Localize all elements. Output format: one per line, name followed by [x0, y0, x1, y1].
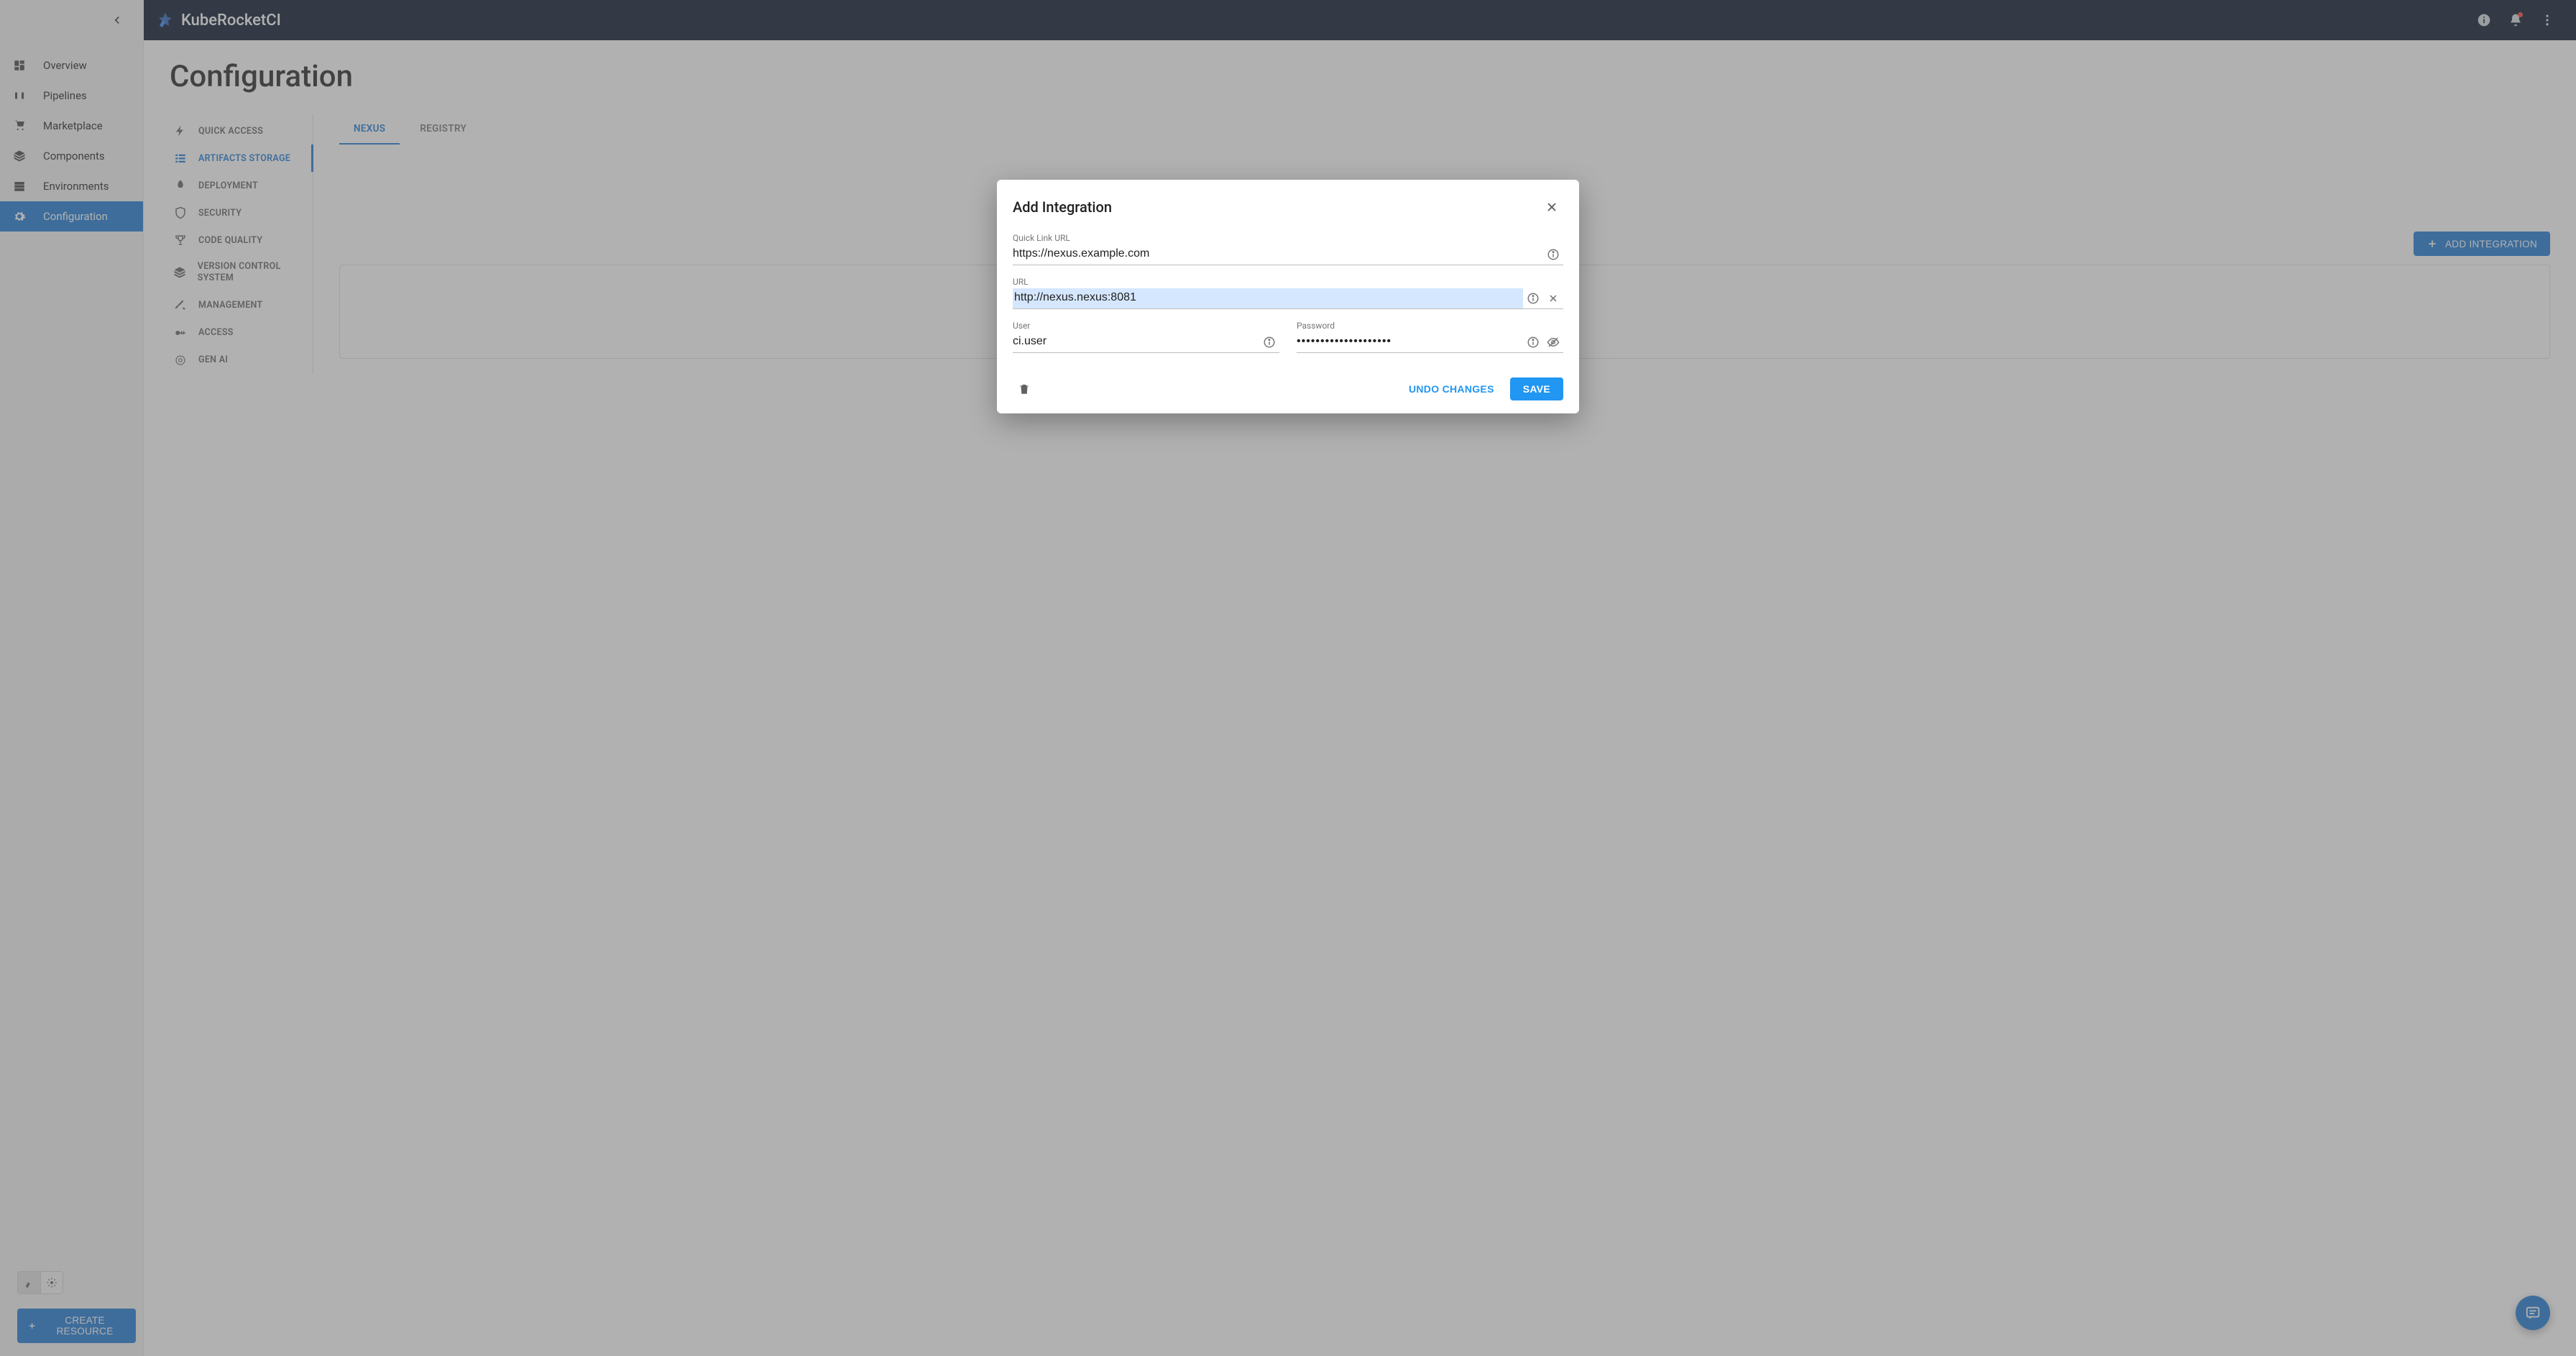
info-hint-button[interactable]: [1259, 336, 1279, 349]
info-outline-icon: [1527, 336, 1540, 349]
undo-changes-button[interactable]: UNDO CHANGES: [1399, 377, 1504, 400]
eye-off-icon: [1547, 336, 1560, 349]
info-outline-icon: [1263, 336, 1276, 349]
info-hint-button[interactable]: [1523, 292, 1543, 305]
url-input[interactable]: [1013, 288, 1523, 308]
add-integration-dialog: Add Integration Quick Link URL URL User: [997, 180, 1579, 413]
password-label: Password: [1297, 321, 1563, 331]
toggle-password-button[interactable]: [1543, 336, 1563, 349]
user-label: User: [1013, 321, 1279, 331]
info-hint-button[interactable]: [1543, 248, 1563, 261]
delete-button[interactable]: [1013, 382, 1036, 395]
quick-link-url-input[interactable]: [1013, 244, 1543, 265]
close-small-icon: [1547, 293, 1559, 304]
trash-icon: [1018, 382, 1031, 395]
close-icon: [1545, 200, 1559, 214]
user-input[interactable]: [1013, 332, 1259, 352]
url-label: URL: [1013, 277, 1563, 287]
info-outline-icon: [1527, 292, 1540, 305]
save-button[interactable]: SAVE: [1510, 377, 1563, 400]
info-hint-button[interactable]: [1523, 336, 1543, 349]
dialog-overlay[interactable]: Add Integration Quick Link URL URL User: [0, 0, 2576, 1356]
info-outline-icon: [1547, 248, 1560, 261]
dialog-title: Add Integration: [1013, 198, 1112, 216]
quick-link-url-label: Quick Link URL: [1013, 233, 1563, 243]
password-input[interactable]: [1297, 332, 1523, 352]
clear-input-button[interactable]: [1543, 293, 1563, 304]
dialog-close-button[interactable]: [1540, 196, 1563, 219]
